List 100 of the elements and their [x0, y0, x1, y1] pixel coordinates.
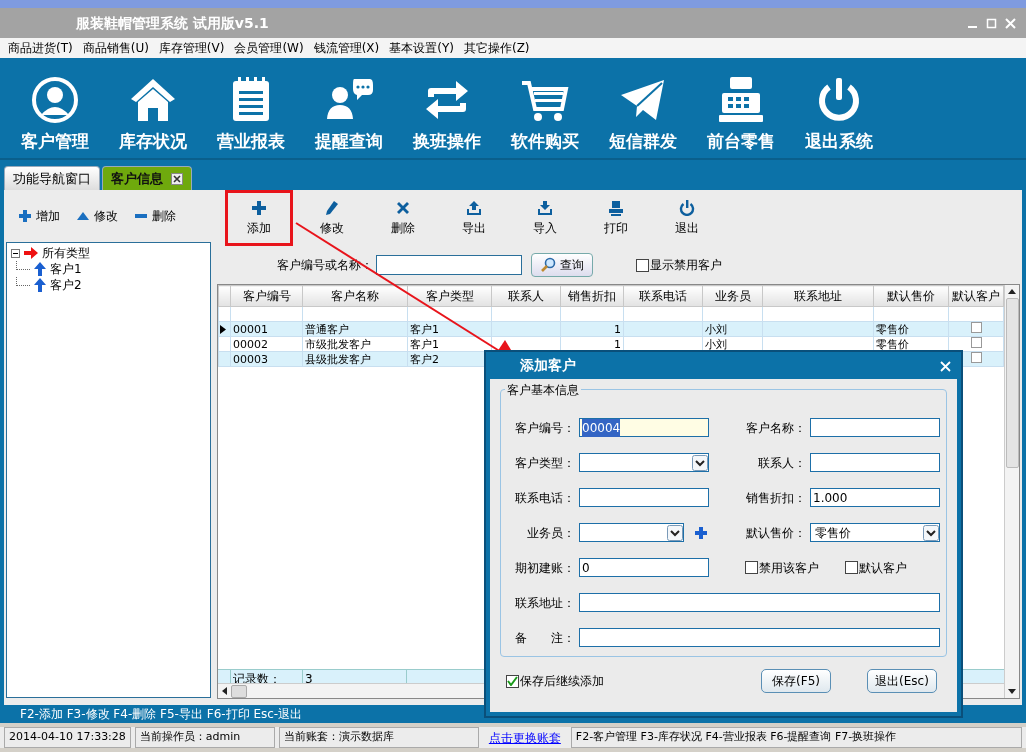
group-title: 客户基本信息: [505, 381, 581, 399]
input-field[interactable]: [579, 593, 940, 612]
field-label: 客户名称：: [745, 419, 806, 437]
status-account: 当前账套：演示数据库: [278, 727, 479, 748]
check-icon: [507, 676, 518, 686]
tool-button[interactable]: 删除: [134, 207, 176, 225]
input-field[interactable]: [579, 488, 709, 507]
window-title: 服装鞋帽管理系统 试用版v5.1: [76, 13, 269, 33]
toolbar-button[interactable]: 换班操作: [398, 58, 496, 158]
column-header[interactable]: 默认售价: [873, 285, 949, 307]
shortcut-hint: F2-添加 F3-修改 F4-删除 F5-导出 F6-打印 Esc-退出: [20, 706, 303, 723]
toolbar-button[interactable]: 添加: [225, 190, 293, 246]
arrow-up-icon: [33, 277, 47, 293]
menu-item[interactable]: 钱流管理(X): [313, 39, 380, 57]
tree-item[interactable]: 客户2: [50, 276, 82, 294]
search-button[interactable]: 查询: [531, 253, 593, 277]
field-label: 客户类型：: [514, 454, 575, 472]
checkbox-label: 禁用该客户: [759, 559, 819, 577]
tab[interactable]: 功能导航窗口: [4, 166, 100, 190]
toolbar-button[interactable]: 导出: [438, 190, 509, 246]
menu-item[interactable]: 基本设置(Y): [389, 39, 454, 57]
checkbox[interactable]: [506, 674, 519, 688]
toolbar-button[interactable]: 前台零售: [692, 58, 790, 158]
checkbox[interactable]: [970, 337, 982, 348]
cash-register-icon: [716, 75, 766, 125]
menu-item[interactable]: 会员管理(W): [234, 39, 304, 57]
dropdown[interactable]: [579, 523, 684, 542]
column-header[interactable]: 联系人: [491, 285, 561, 307]
tree-item[interactable]: 客户1: [50, 260, 82, 278]
toolbar-button[interactable]: 库存状况: [104, 58, 202, 158]
arrow-up-icon: [33, 261, 47, 277]
toolbar-button[interactable]: 客户管理: [6, 58, 104, 158]
search-field[interactable]: [376, 255, 522, 275]
toolbar-button[interactable]: 打印: [580, 190, 651, 246]
field-label: 联系电话：: [514, 489, 575, 507]
tab[interactable]: 客户信息: [102, 166, 192, 190]
column-header[interactable]: 客户编号: [230, 285, 303, 307]
vertical-scrollbar[interactable]: [1004, 285, 1019, 698]
arrow-right-icon: [23, 245, 39, 261]
table-cell: 00002: [230, 336, 303, 352]
toolbar-button[interactable]: 退出系统: [790, 58, 888, 158]
menu-item[interactable]: 库存管理(V): [158, 39, 225, 57]
checkbox[interactable]: [970, 322, 982, 333]
input-field[interactable]: [579, 628, 940, 647]
toolbar-button[interactable]: 软件购买: [496, 58, 594, 158]
toolbar-button[interactable]: 提醒查询: [300, 58, 398, 158]
column-header[interactable]: 联系电话: [623, 285, 703, 307]
tree-item[interactable]: 所有类型: [42, 244, 90, 262]
tool-button[interactable]: 增加: [18, 207, 60, 225]
checkbox[interactable]: [745, 561, 758, 574]
column-header[interactable]: 客户类型: [407, 285, 492, 307]
column-header[interactable]: 默认客户: [948, 285, 1004, 307]
menu-item[interactable]: 商品进货(T): [8, 39, 73, 57]
menu-item[interactable]: 商品销售(U): [82, 39, 149, 57]
account-switch-link[interactable]: 点击更换账套: [488, 728, 561, 747]
save-button[interactable]: 保存(F5): [761, 669, 831, 693]
toolbar-button[interactable]: 导入: [509, 190, 580, 246]
table-cell: 市级批发客户: [302, 336, 408, 352]
toolbar-button[interactable]: 短信群发: [594, 58, 692, 158]
field-label: 业务员：: [526, 524, 575, 542]
checkbox[interactable]: [636, 258, 649, 272]
field-label: 联系地址：: [514, 594, 575, 612]
plus-icon: [251, 199, 267, 216]
input-field[interactable]: 1.000: [810, 488, 940, 507]
input-field[interactable]: [810, 453, 940, 472]
field-label: 备 注：: [514, 629, 575, 647]
column-header[interactable]: 客户名称: [302, 285, 408, 307]
checkbox[interactable]: [970, 352, 982, 363]
cancel-button[interactable]: 退出(Esc): [867, 669, 937, 693]
search-icon: [540, 257, 556, 273]
status-shortcuts: F2-客户管理 F3-库存状况 F4-营业报表 F6-提醒查询 F7-换班操作: [570, 727, 1022, 748]
checkbox[interactable]: [845, 561, 858, 574]
input-field[interactable]: [810, 418, 940, 437]
tool-button[interactable]: 修改: [76, 207, 118, 225]
pencil-icon: [323, 199, 340, 216]
dialog-title: 添加客户: [520, 356, 576, 375]
download-icon: [536, 199, 553, 216]
close-icon[interactable]: [171, 172, 183, 185]
printer-icon: [607, 199, 624, 216]
dropdown[interactable]: [579, 453, 709, 472]
collapse-icon[interactable]: [11, 248, 20, 258]
column-header[interactable]: 销售折扣: [560, 285, 624, 307]
field-label: 默认售价：: [745, 524, 806, 542]
toolbar-button[interactable]: 修改: [296, 190, 367, 246]
field-label: 期初建账：: [514, 559, 575, 577]
checkbox-label: 默认客户: [859, 559, 907, 577]
menu-item[interactable]: 其它操作(Z): [463, 39, 530, 57]
toolbar-button[interactable]: 营业报表: [202, 58, 300, 158]
checkbox-label: 显示禁用客户: [650, 257, 722, 274]
toolbar-button[interactable]: 删除: [367, 190, 438, 246]
column-header[interactable]: 联系地址: [762, 285, 874, 307]
field-label: 客户编号：: [514, 419, 575, 437]
plus-icon[interactable]: [694, 525, 708, 540]
toolbar-button[interactable]: 退出: [651, 190, 722, 246]
input-field[interactable]: 0: [579, 558, 709, 577]
checkbox-label: 保存后继续添加: [520, 673, 604, 690]
column-header[interactable]: 业务员: [702, 285, 763, 307]
field-label: 销售折扣：: [745, 489, 806, 507]
dropdown[interactable]: 零售价: [810, 523, 940, 542]
input-field[interactable]: 00004: [579, 418, 709, 437]
